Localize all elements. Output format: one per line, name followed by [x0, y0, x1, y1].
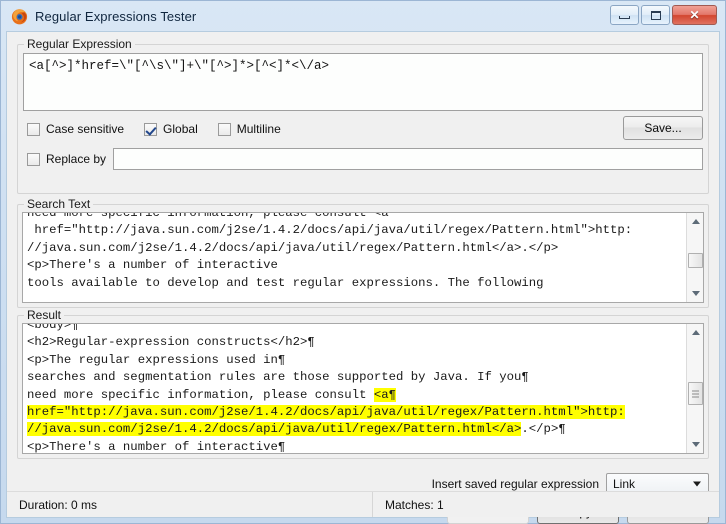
- checkbox-label: Replace by: [46, 152, 107, 166]
- result-text-area[interactable]: <body>¶ <h2>Regular-expression construct…: [22, 323, 704, 454]
- checkbox-box: [144, 122, 158, 136]
- result-legend: Result: [24, 308, 65, 322]
- scroll-up-icon[interactable]: [687, 213, 703, 230]
- search-text-group: Search Text need more specific informati…: [17, 197, 709, 308]
- result-scrollbar[interactable]: [686, 324, 703, 453]
- status-matches: Matches: 1: [372, 492, 719, 517]
- title-bar: Regular Expressions Tester ✕: [5, 1, 721, 31]
- scroll-up-icon[interactable]: [687, 324, 703, 341]
- checkbox-replace-by[interactable]: Replace by: [27, 152, 106, 166]
- status-duration: Duration: 0 ms: [19, 497, 98, 512]
- replace-row: Replace by: [27, 148, 703, 170]
- replace-input[interactable]: [113, 148, 703, 170]
- minimize-button[interactable]: [610, 5, 639, 25]
- checkbox-multiline[interactable]: Multiline: [217, 122, 281, 136]
- save-button[interactable]: Save...: [623, 116, 703, 140]
- close-icon: ✕: [689, 8, 700, 22]
- result-group: Result <body>¶ <h2>Regular-expression co…: [17, 308, 709, 459]
- chevron-down-icon: [693, 481, 701, 487]
- checkbox-label: Global: [163, 122, 198, 136]
- scroll-down-icon[interactable]: [687, 285, 703, 302]
- regular-expression-group: Regular Expression <a[^>]*href=\"[^\s\"]…: [17, 37, 709, 194]
- checkbox-box: [27, 122, 40, 136]
- application-window: Regular Expressions Tester ✕ Regular Exp…: [0, 0, 726, 524]
- checkbox-label: Multiline: [236, 122, 281, 136]
- regular-expression-legend: Regular Expression: [24, 37, 135, 51]
- saved-regex-value: Link: [613, 477, 636, 491]
- result-text-content: <body>¶ <h2>Regular-expression construct…: [27, 323, 625, 453]
- restore-icon: [650, 10, 661, 20]
- insert-saved-regex-label: Insert saved regular expression: [431, 477, 599, 491]
- checkbox-label: Case sensitive: [46, 122, 125, 136]
- checkbox-box: [27, 152, 40, 166]
- close-button[interactable]: ✕: [672, 5, 717, 25]
- scrollbar-thumb[interactable]: [688, 253, 703, 268]
- search-scrollbar[interactable]: [686, 213, 703, 302]
- window-title: Regular Expressions Tester: [35, 8, 197, 24]
- firefox-icon: [11, 8, 28, 25]
- checkbox-global[interactable]: Global: [144, 122, 198, 136]
- scrollbar-thumb[interactable]: [688, 382, 703, 405]
- dialog-client-area: Regular Expression <a[^>]*href=\"[^\s\"]…: [6, 31, 720, 524]
- search-text-legend: Search Text: [24, 197, 94, 211]
- checkbox-case-sensitive[interactable]: Case sensitive: [27, 122, 124, 136]
- status-bar: Duration: 0 ms Matches: 1: [7, 491, 719, 517]
- minimize-icon: [619, 15, 630, 19]
- checkbox-box: [217, 122, 231, 136]
- scroll-down-icon[interactable]: [687, 436, 703, 453]
- search-text-content: need more specific information, please c…: [27, 212, 633, 290]
- regex-options-row: Case sensitive Global Multiline: [27, 122, 301, 136]
- restore-button[interactable]: [641, 5, 670, 25]
- regex-input[interactable]: <a[^>]*href=\"[^\s\"]+\"[^>]*>[^<]*<\/a>: [23, 53, 703, 111]
- window-controls: ✕: [610, 5, 717, 25]
- search-text-area[interactable]: need more specific information, please c…: [22, 212, 704, 303]
